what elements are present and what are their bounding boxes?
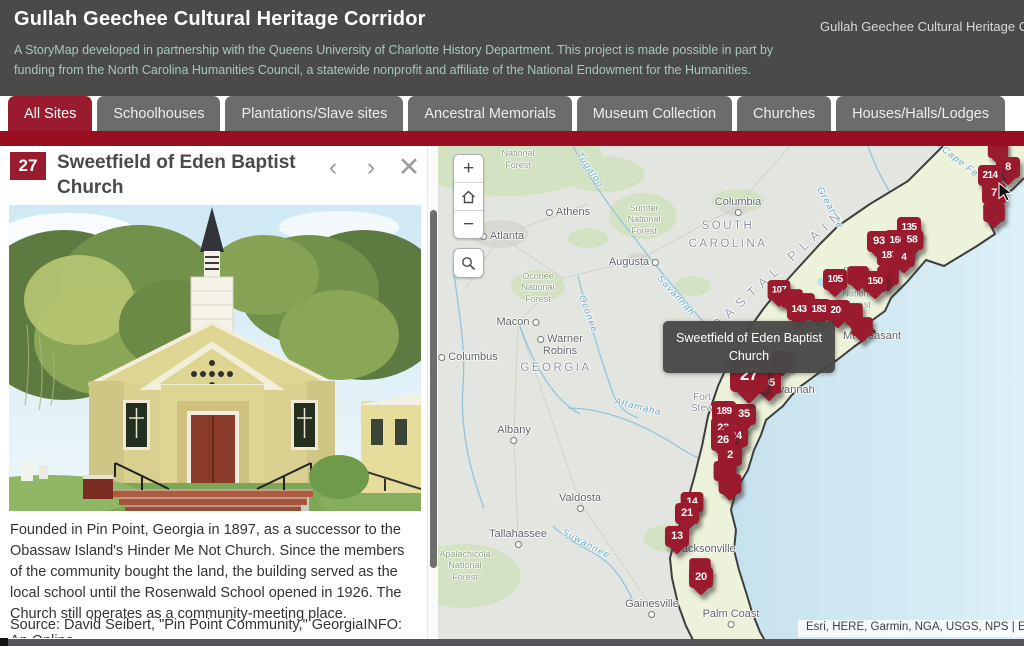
tab-plantations-slave-sites[interactable]: Plantations/Slave sites: [225, 96, 403, 131]
site-description: Founded in Pin Point, Georgia in 1897, a…: [10, 520, 414, 625]
home-icon: [461, 190, 476, 204]
tab-churches[interactable]: Churches: [737, 96, 831, 131]
zoom-out-button[interactable]: −: [454, 211, 483, 238]
map-controls: + −: [453, 154, 484, 278]
page-subtitle: A StoryMap developed in partnership with…: [14, 41, 792, 81]
next-site-button[interactable]: ›: [355, 152, 387, 184]
site-source: Source: David Seibert, "Pin Point Commun…: [10, 617, 414, 638]
map-marker[interactable]: [983, 203, 1005, 222]
map-marker-105[interactable]: 105: [823, 269, 847, 290]
mouse-cursor: [998, 182, 1012, 202]
home-button[interactable]: [454, 183, 483, 211]
search-icon: [461, 256, 476, 271]
header: Gullah Geechee Cultural Heritage Corrido…: [0, 0, 1024, 96]
site-number-badge: 27: [10, 152, 46, 180]
active-tab-strip: [0, 131, 1024, 146]
tab-all-sites[interactable]: All Sites: [8, 96, 92, 131]
map-attribution: Esri, HERE, Garmin, NGA, USGS, NPS | Esr…: [798, 620, 1024, 637]
close-panel-button[interactable]: ✕: [393, 152, 425, 184]
category-tabbar: All SitesSchoolhousesPlantations/Slave s…: [0, 96, 1024, 131]
church-photo-illustration: [9, 205, 421, 511]
map-tooltip: Sweetfield of Eden Baptist Church: [663, 321, 835, 373]
map-marker[interactable]: [719, 474, 742, 494]
bottom-scrollbar[interactable]: [0, 639, 1024, 646]
map-marker-150[interactable]: 150: [863, 271, 887, 292]
tab-museum-collection[interactable]: Museum Collection: [577, 96, 732, 131]
basemap: [438, 146, 1024, 646]
map-marker-21[interactable]: 21: [675, 503, 699, 524]
zoom-control-group: + −: [453, 154, 484, 239]
tab-ancestral-memorials[interactable]: Ancestral Memorials: [408, 96, 571, 131]
map-marker-58[interactable]: 58: [901, 230, 924, 250]
browser-window-title: Gullah Geechee Cultural Heritage Co: [820, 19, 1024, 34]
page-title: Gullah Geechee Cultural Heritage Corrido…: [14, 8, 426, 31]
map-search-button[interactable]: [453, 248, 484, 278]
tab-houses-halls-lodges[interactable]: Houses/Halls/Lodges: [836, 96, 1005, 131]
panel-navigation: ‹ › ✕: [317, 152, 425, 184]
site-detail-panel: 27 Sweetfield of Eden Baptist Church ‹ ›…: [0, 146, 427, 638]
map-marker-4[interactable]: 4: [893, 248, 915, 267]
map-canvas[interactable]: Chattahoochee National ForestTugalooCape…: [438, 146, 1024, 646]
panel-scrollbar[interactable]: [427, 146, 438, 638]
panel-scrollbar-thumb[interactable]: [430, 210, 437, 568]
corner-square: [0, 638, 8, 646]
prev-site-button[interactable]: ‹: [317, 152, 349, 184]
tab-schoolhouses[interactable]: Schoolhouses: [97, 96, 220, 131]
map-marker-20[interactable]: 20: [689, 567, 713, 588]
site-title: Sweetfield of Eden Baptist Church: [57, 150, 323, 200]
map-marker[interactable]: [851, 317, 873, 336]
zoom-in-button[interactable]: +: [454, 155, 483, 183]
map-marker-13[interactable]: 13: [665, 526, 689, 547]
storymap-app: Gullah Geechee Cultural Heritage Corrido…: [0, 0, 1024, 646]
church-photo: [9, 205, 421, 511]
map-marker-35[interactable]: 35: [732, 404, 756, 425]
